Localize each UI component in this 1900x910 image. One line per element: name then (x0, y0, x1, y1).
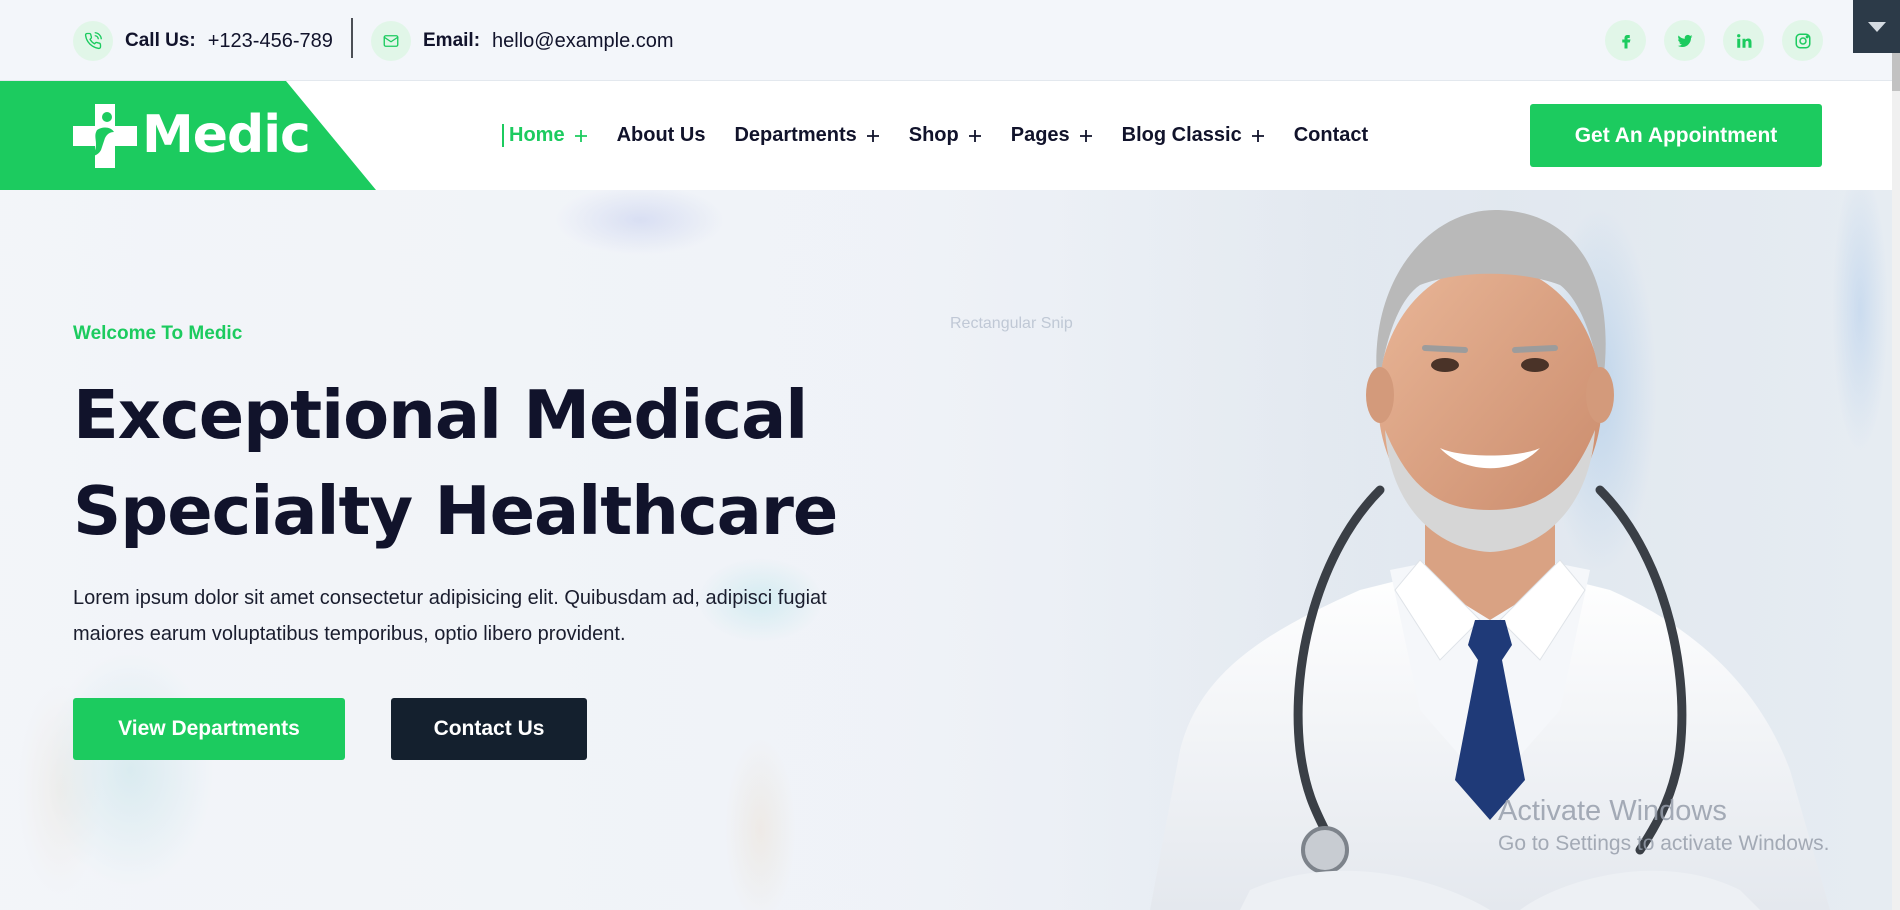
nav-label: Departments (734, 124, 857, 146)
plus-icon (968, 129, 981, 142)
nav-item-home[interactable]: Home (502, 124, 588, 147)
hero-description: Lorem ipsum dolor sit amet consectetur a… (73, 587, 827, 645)
nav-label: Pages (1010, 124, 1070, 146)
page-scrollbar[interactable] (1892, 53, 1900, 910)
email-address[interactable]: hello@example.com (492, 30, 674, 53)
contact-divider (351, 18, 353, 58)
phone-number[interactable]: +123-456-789 (208, 30, 333, 53)
watermark-subtitle: Go to Settings to activate Windows. (1498, 832, 1830, 855)
nav-label: Blog Classic (1121, 124, 1242, 146)
plus-icon (1079, 129, 1092, 142)
plus-icon (574, 129, 587, 142)
social-links (1605, 20, 1823, 61)
nav-item-blog-classic[interactable]: Blog Classic (1122, 124, 1265, 147)
call-label: Call Us: (125, 30, 196, 51)
email-label: Email: (423, 30, 481, 51)
logo[interactable]: Medic (0, 81, 376, 190)
phone-icon (73, 21, 113, 61)
facebook-icon[interactable] (1605, 20, 1646, 61)
top-bar: Call Us: +123-456-789 Email: hello@examp… (0, 0, 1900, 81)
hero-title-line-1: Exceptional Medical (73, 376, 808, 454)
plus-icon (1251, 129, 1264, 142)
hero-title: Exceptional Medical Specialty Healthcare (73, 367, 973, 559)
scrollbar-thumb[interactable] (1892, 53, 1900, 91)
mail-icon (371, 21, 411, 61)
twitter-icon[interactable] (1664, 20, 1705, 61)
nav-label: Shop (908, 124, 959, 146)
view-departments-button[interactable]: View Departments (73, 698, 345, 760)
contact-us-button[interactable]: Contact Us (391, 698, 587, 760)
hero-section: Rectangular Snip Welcome To Medic Except… (0, 190, 1892, 910)
windows-activation-watermark: Activate Windows Go to Settings to activ… (1498, 795, 1830, 856)
faint-overlay-text: Rectangular Snip (950, 315, 1073, 332)
medical-cross-icon (73, 104, 137, 168)
watermark-title: Activate Windows (1498, 795, 1727, 827)
nav-item-pages[interactable]: Pages (1011, 124, 1093, 147)
brand-name: Medic (142, 105, 311, 165)
nav-item-shop[interactable]: Shop (909, 124, 982, 147)
main-nav: Home About Us Departments Shop Pages Blo… (502, 81, 1368, 190)
dropdown-toggle[interactable] (1853, 0, 1900, 53)
instagram-icon[interactable] (1782, 20, 1823, 61)
call-info: Call Us: +123-456-789 (73, 21, 333, 61)
hero-subtitle: Welcome To Medic (73, 323, 243, 344)
nav-item-contact[interactable]: Contact (1294, 124, 1368, 147)
linkedin-icon[interactable] (1723, 20, 1764, 61)
nav-label: Home (509, 124, 565, 146)
nav-label: Contact (1293, 124, 1369, 146)
nav-item-about[interactable]: About Us (617, 124, 706, 147)
nav-label: About Us (616, 124, 706, 146)
hero-title-line-2: Specialty Healthcare (73, 472, 838, 550)
caret-down-icon (1867, 21, 1886, 32)
main-header: Medic Home About Us Departments Shop Pag… (0, 81, 1900, 190)
nav-item-departments[interactable]: Departments (734, 124, 879, 147)
get-appointment-button[interactable]: Get An Appointment (1530, 104, 1822, 167)
plus-icon (866, 129, 879, 142)
email-info: Email: hello@example.com (371, 21, 674, 61)
